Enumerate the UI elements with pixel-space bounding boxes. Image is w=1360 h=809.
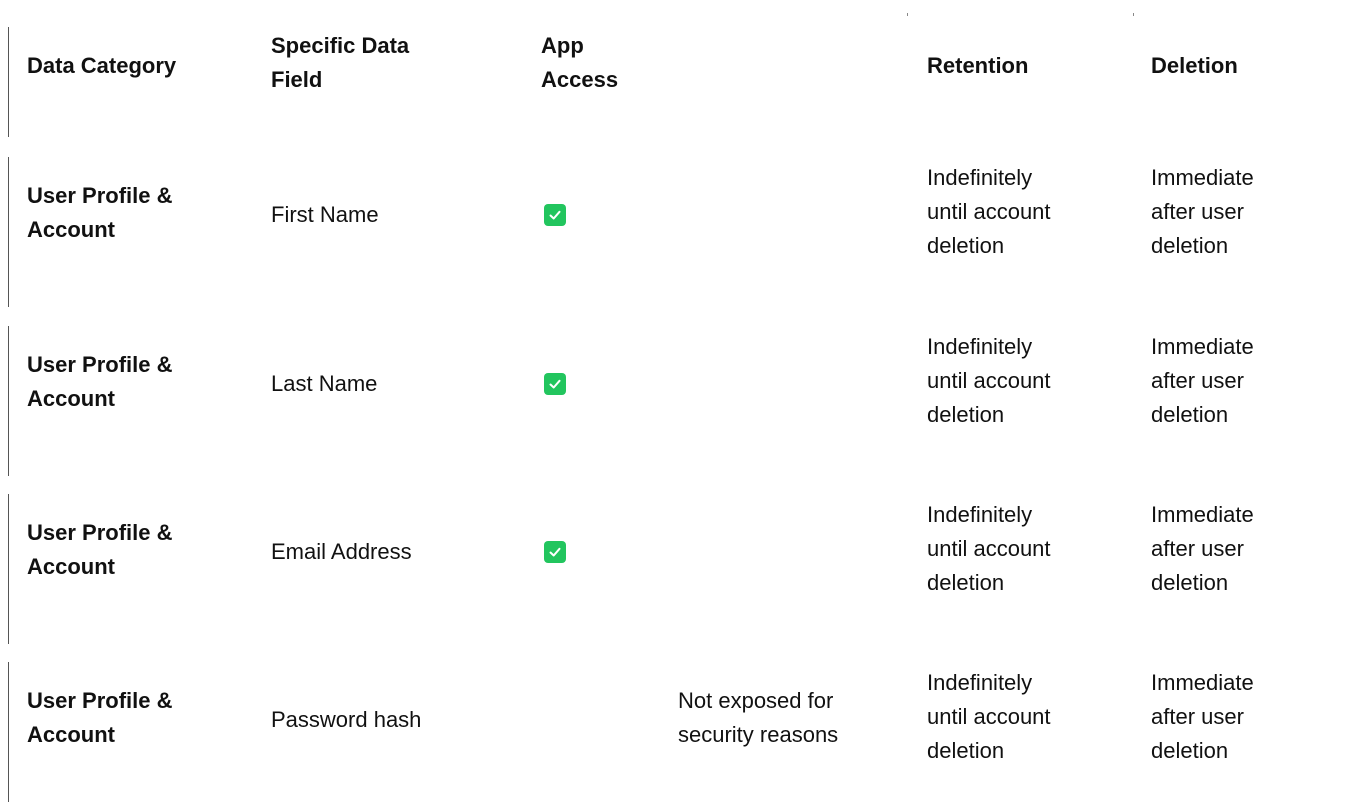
retention-line: deletion xyxy=(927,402,1005,427)
category-line: Account xyxy=(27,386,115,411)
data-retention-table: Data Category Specific Data Field App Ac… xyxy=(0,0,1360,809)
cell-notes: Not exposed for security reasons xyxy=(678,684,838,752)
table-row: User Profile & Account Last Name Indefin… xyxy=(0,326,1360,476)
cell-deletion: Immediate after user deletion xyxy=(1151,161,1254,263)
check-icon xyxy=(544,541,566,563)
cell-deletion: Immediate after user deletion xyxy=(1151,498,1254,600)
cell-data-category: User Profile & Account xyxy=(27,348,173,416)
header-specific-data-field: Specific Data Field xyxy=(271,29,409,97)
category-line: Account xyxy=(27,722,115,747)
header-retention: Retention xyxy=(927,53,1029,78)
cell-retention: Indefinitely until account deletion xyxy=(927,330,1051,432)
retention-line: deletion xyxy=(927,570,1005,595)
check-icon xyxy=(544,373,566,395)
retention-line: deletion xyxy=(927,738,1005,763)
cell-data-category: User Profile & Account xyxy=(27,179,173,247)
header-access-line: App xyxy=(541,33,584,58)
retention-line: until account xyxy=(927,368,1051,393)
deletion-line: deletion xyxy=(1151,570,1229,595)
cell-retention: Indefinitely until account deletion xyxy=(927,498,1051,600)
notes-line: Not exposed for xyxy=(678,688,834,713)
category-line: Account xyxy=(27,554,115,579)
deletion-line: after user xyxy=(1151,368,1244,393)
deletion-line: Immediate xyxy=(1151,334,1254,359)
cell-retention: Indefinitely until account deletion xyxy=(927,161,1051,263)
category-line: User Profile & xyxy=(27,520,173,545)
deletion-line: after user xyxy=(1151,536,1244,561)
deletion-line: after user xyxy=(1151,704,1244,729)
deletion-line: deletion xyxy=(1151,233,1229,258)
table-header-row: Data Category Specific Data Field App Ac… xyxy=(0,27,1360,137)
cell-specific-field: Email Address xyxy=(271,539,412,564)
category-line: User Profile & xyxy=(27,352,173,377)
header-deletion: Deletion xyxy=(1151,53,1238,78)
deletion-line: Immediate xyxy=(1151,502,1254,527)
retention-line: until account xyxy=(927,199,1051,224)
category-line: User Profile & xyxy=(27,688,173,713)
cell-data-category: User Profile & Account xyxy=(27,684,173,752)
header-field-line: Specific Data xyxy=(271,33,410,58)
deletion-line: Immediate xyxy=(1151,165,1254,190)
cell-specific-field: Password hash xyxy=(271,707,422,732)
header-app-access: App Access xyxy=(541,29,618,97)
deletion-line: after user xyxy=(1151,199,1244,224)
deletion-line: deletion xyxy=(1151,402,1229,427)
retention-line: until account xyxy=(927,536,1051,561)
table-row: User Profile & Account Password hash Not… xyxy=(0,662,1360,802)
header-data-category: Data Category xyxy=(27,53,177,78)
notes-line: security reasons xyxy=(678,722,839,747)
top-tick-mark xyxy=(907,13,908,16)
top-tick-mark xyxy=(1133,13,1134,16)
deletion-line: Immediate xyxy=(1151,670,1254,695)
cell-deletion: Immediate after user deletion xyxy=(1151,666,1254,768)
retention-line: Indefinitely xyxy=(927,670,1033,695)
cell-specific-field: First Name xyxy=(271,202,379,227)
deletion-line: deletion xyxy=(1151,738,1229,763)
table-row: User Profile & Account First Name Indefi… xyxy=(0,157,1360,307)
retention-line: Indefinitely xyxy=(927,165,1033,190)
table-row: User Profile & Account Email Address Ind… xyxy=(0,494,1360,644)
check-icon xyxy=(544,204,566,226)
retention-line: deletion xyxy=(927,233,1005,258)
cell-deletion: Immediate after user deletion xyxy=(1151,330,1254,432)
header-access-line: Access xyxy=(541,67,619,92)
retention-line: Indefinitely xyxy=(927,334,1033,359)
retention-line: Indefinitely xyxy=(927,502,1033,527)
cell-specific-field: Last Name xyxy=(271,371,378,396)
retention-line: until account xyxy=(927,704,1051,729)
cell-retention: Indefinitely until account deletion xyxy=(927,666,1051,768)
cell-data-category: User Profile & Account xyxy=(27,516,173,584)
category-line: User Profile & xyxy=(27,183,173,208)
category-line: Account xyxy=(27,217,115,242)
header-field-line: Field xyxy=(271,67,323,92)
